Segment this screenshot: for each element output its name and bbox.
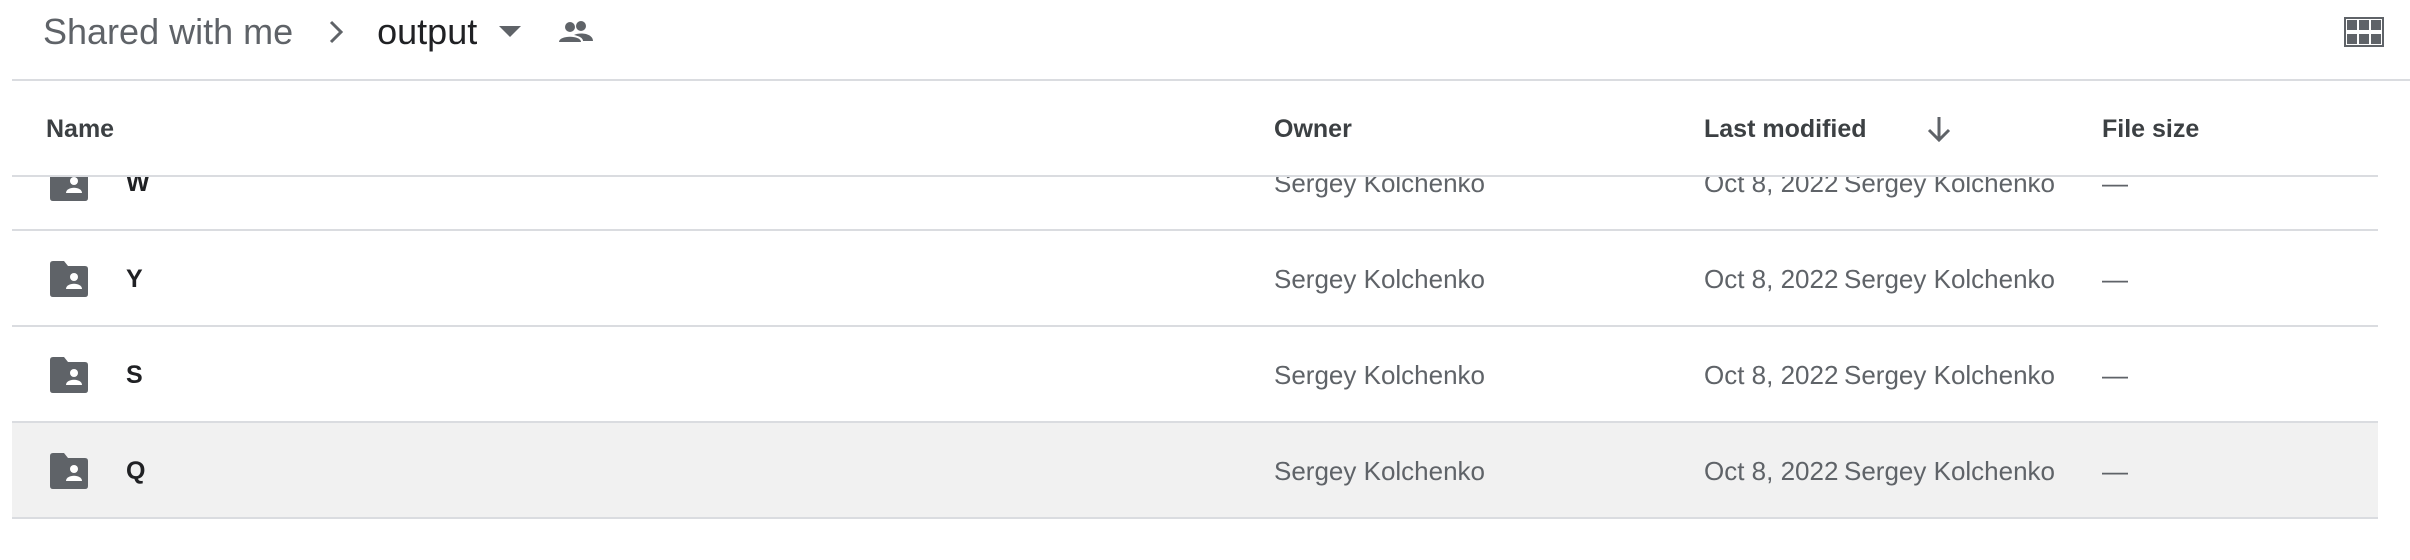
shared-folder-icon <box>48 260 90 298</box>
current-folder-name: output <box>377 11 478 52</box>
row-modified-by: Sergey Kolchenko <box>1844 263 2056 294</box>
shared-folder-icon <box>48 452 90 490</box>
row-file-size: — <box>2102 263 2128 294</box>
row-file-size: — <box>2102 359 2128 390</box>
row-owner: Sergey Kolchenko <box>1274 263 1486 294</box>
row-name: S <box>126 360 143 389</box>
shared-folder-icon <box>48 177 90 202</box>
column-header-file-size: File size <box>2102 114 2200 143</box>
column-header-owner: Owner <box>1274 114 1352 143</box>
breadcrumb: Shared with me output <box>43 0 597 64</box>
column-header-row: Name Owner Last modified File size <box>12 81 2378 177</box>
row-owner: Sergey Kolchenko <box>1274 359 1486 390</box>
breadcrumb-current-folder[interactable]: output <box>377 11 525 53</box>
row-modified-by: Sergey Kolchenko <box>1844 359 2056 390</box>
shared-folder-icon <box>48 356 90 394</box>
row-file-size: — <box>2102 177 2128 198</box>
row-name: Q <box>126 456 146 485</box>
row-modified-date: Oct 8, 2022 <box>1704 177 1839 198</box>
row-modified-date: Oct 8, 2022 <box>1704 263 1839 294</box>
table-row[interactable]: Y Sergey Kolchenko Oct 8, 2022 Sergey Kolch… <box>12 231 2378 327</box>
row-file-size: — <box>2102 455 2128 486</box>
people-icon[interactable] <box>555 11 597 53</box>
row-modified-date: Oct 8, 2022 <box>1704 455 1839 486</box>
caret-down-icon[interactable] <box>495 17 525 47</box>
column-header-name[interactable]: Name <box>46 81 114 177</box>
column-header-last-modified-label: Last modified <box>1704 114 1867 143</box>
rows-viewport: W Sergey Kolchenko Oct 8, 2022 Sergey Kolch… <box>12 177 2378 522</box>
file-rows: W Sergey Kolchenko Oct 8, 2022 Sergey Kolch… <box>12 177 2378 519</box>
arrow-down-icon[interactable] <box>1921 111 1957 147</box>
grid-view-icon[interactable] <box>2340 10 2388 54</box>
row-name: W <box>126 177 150 197</box>
row-modified-by: Sergey Kolchenko <box>1844 455 2056 486</box>
column-header-last-modified[interactable]: Last modified <box>1704 81 1957 177</box>
chevron-right-icon <box>319 15 353 49</box>
table-row[interactable]: Q Sergey Kolchenko Oct 8, 2022 Sergey Kolch… <box>12 423 2378 519</box>
table-row[interactable]: S Sergey Kolchenko Oct 8, 2022 Sergey Kolch… <box>12 327 2378 423</box>
row-owner: Sergey Kolchenko <box>1274 455 1486 486</box>
row-name: Y <box>126 264 143 293</box>
row-modified-by: Sergey Kolchenko <box>1844 177 2056 198</box>
header-bar: Shared with me output <box>0 0 2410 81</box>
row-modified-date: Oct 8, 2022 <box>1704 359 1839 390</box>
breadcrumb-shared-with-me[interactable]: Shared with me <box>43 11 293 53</box>
file-list-table: Name Owner Last modified File size W Serg… <box>12 81 2378 522</box>
row-owner: Sergey Kolchenko <box>1274 177 1486 198</box>
table-row[interactable]: W Sergey Kolchenko Oct 8, 2022 Sergey Kolch… <box>12 177 2378 231</box>
